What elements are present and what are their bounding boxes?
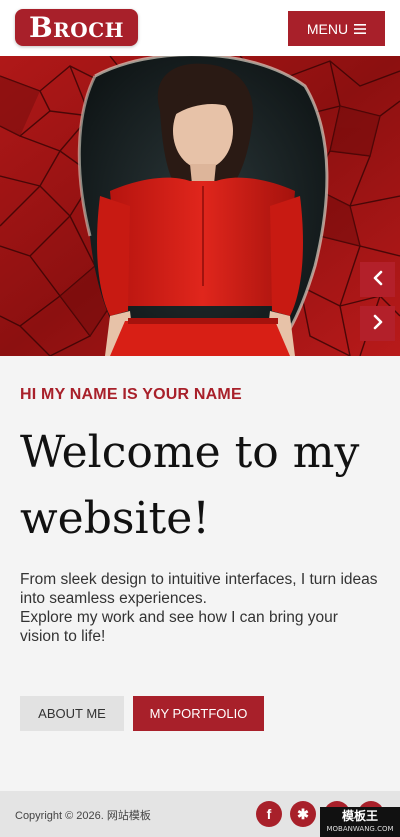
hero-image (0, 56, 400, 356)
facebook-icon[interactable]: f (256, 801, 282, 827)
site-header: B ROCH MENU (0, 0, 400, 56)
copyright-text: Copyright © 2026. 网站模板 (15, 810, 151, 822)
page-title: Welcome to my website! (20, 427, 360, 544)
watermark-line-1: 模板王 (341, 809, 378, 823)
menu-button[interactable]: MENU (288, 11, 385, 46)
yelp-icon[interactable]: ✱ (290, 801, 316, 827)
my-portfolio-button[interactable]: MY PORTFOLIO (133, 696, 264, 731)
chevron-left-icon (372, 270, 384, 289)
description-line-1: From sleek design to intuitive interface… (20, 571, 378, 607)
menu-label: MENU (306, 20, 349, 37)
slider-next-button[interactable] (360, 306, 395, 341)
logo-initial: B (28, 10, 54, 44)
intro-description: From sleek design to intuitive interface… (20, 570, 380, 646)
watermark-badge: 模板王 MOBANWANG.COM (320, 807, 400, 837)
watermark-line-2: MOBANWANG.COM (326, 825, 394, 833)
logo-rest: ROCH (53, 18, 125, 42)
description-line-2: Explore my work and see how I can bring … (20, 609, 338, 645)
about-me-button[interactable]: ABOUT ME (20, 696, 124, 731)
hamburger-icon (354, 21, 367, 37)
site-logo[interactable]: B ROCH (15, 9, 138, 46)
slider-prev-button[interactable] (360, 262, 395, 297)
intro-eyebrow: HI MY NAME IS YOUR NAME (20, 386, 242, 403)
chevron-right-icon (372, 314, 384, 333)
